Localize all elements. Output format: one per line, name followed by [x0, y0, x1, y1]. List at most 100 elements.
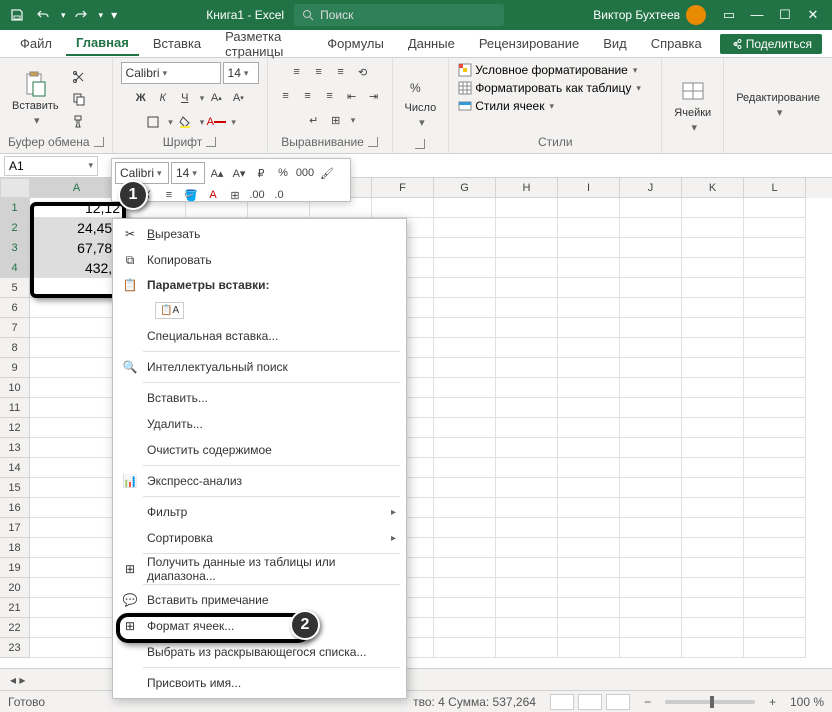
align-top-icon[interactable]: ≡	[287, 62, 307, 82]
sheet-nav[interactable]: ◂ ▸	[10, 673, 25, 687]
align-center-icon[interactable]: ≡	[298, 86, 318, 106]
row-header[interactable]: 18	[0, 538, 30, 558]
row-header[interactable]: 4	[0, 258, 30, 278]
increase-font-icon[interactable]: A▴	[206, 88, 226, 108]
font-size-combo[interactable]: 14▾	[223, 62, 259, 84]
accounting-format-icon[interactable]: ₽	[251, 164, 271, 182]
number-format-button[interactable]: % Число ▾	[401, 70, 441, 131]
cell[interactable]: 12,12	[30, 198, 124, 218]
dialog-launcher-icon[interactable]	[368, 137, 378, 147]
row-header[interactable]: 23	[0, 638, 30, 658]
menu-insert-comment[interactable]: 💬Вставить примечание	[113, 587, 406, 613]
menu-paste-special[interactable]: Специальная вставка...	[113, 323, 406, 349]
col-header[interactable]: K	[682, 178, 744, 198]
menu-format-cells[interactable]: ⊞Формат ячеек...	[113, 613, 406, 639]
format-painter-icon[interactable]: 🖌	[317, 164, 337, 182]
editing-button[interactable]: Редактирование ▾	[732, 90, 824, 121]
tab-formulas[interactable]: Формулы	[317, 32, 394, 55]
chevron-down-icon[interactable]: ▾	[99, 10, 104, 21]
cut-icon[interactable]	[69, 67, 89, 87]
row-header[interactable]: 17	[0, 518, 30, 538]
paste-button[interactable]: Вставить ▾	[8, 68, 63, 129]
mini-font-name[interactable]: Calibri▾	[115, 162, 169, 184]
mini-font-size[interactable]: 14▾	[171, 162, 205, 184]
decrease-font-icon[interactable]: A▾	[229, 164, 249, 182]
merge-icon[interactable]: ⊞	[326, 110, 346, 130]
select-all-corner[interactable]	[0, 178, 30, 198]
menu-copy[interactable]: ⧉Копировать	[113, 247, 406, 273]
bold-button[interactable]: Ж	[131, 88, 151, 108]
row-header[interactable]: 9	[0, 358, 30, 378]
cells-button[interactable]: Ячейки ▾	[670, 75, 715, 136]
menu-get-data-from-table[interactable]: ⊞Получить данные из таблицы или диапазон…	[113, 556, 406, 582]
close-icon[interactable]: ✕	[806, 7, 820, 23]
row-header[interactable]: 13	[0, 438, 30, 458]
dialog-launcher-icon[interactable]	[94, 137, 104, 147]
undo-icon[interactable]	[32, 4, 54, 26]
col-header[interactable]: J	[620, 178, 682, 198]
col-header[interactable]: F	[372, 178, 434, 198]
italic-button[interactable]: К	[153, 88, 173, 108]
align-center-icon[interactable]: ≡	[159, 186, 179, 204]
underline-button[interactable]: Ч	[175, 88, 195, 108]
row-header[interactable]: 1	[0, 198, 30, 218]
tab-view[interactable]: Вид	[593, 32, 637, 55]
menu-paste-option[interactable]: 📋A	[113, 297, 406, 323]
row-header[interactable]: 6	[0, 298, 30, 318]
tab-review[interactable]: Рецензирование	[469, 32, 589, 55]
menu-insert[interactable]: Вставить...	[113, 385, 406, 411]
align-left-icon[interactable]: ≡	[276, 86, 296, 106]
row-header[interactable]: 21	[0, 598, 30, 618]
increase-decimal-icon[interactable]: .00	[247, 186, 267, 204]
row-header[interactable]: 16	[0, 498, 30, 518]
menu-pick-from-list[interactable]: Выбрать из раскрывающегося списка...	[113, 639, 406, 665]
row-header[interactable]: 15	[0, 478, 30, 498]
row-header[interactable]: 11	[0, 398, 30, 418]
borders-icon[interactable]	[143, 112, 163, 132]
redo-icon[interactable]	[70, 4, 92, 26]
cell[interactable]: 67,788	[30, 238, 124, 258]
name-box[interactable]: A1▾	[4, 156, 98, 176]
maximize-icon[interactable]: ☐	[778, 7, 792, 23]
row-header[interactable]: 22	[0, 618, 30, 638]
copy-icon[interactable]	[69, 89, 89, 109]
row-header[interactable]: 8	[0, 338, 30, 358]
fill-color-icon[interactable]	[175, 112, 195, 132]
tab-data[interactable]: Данные	[398, 32, 465, 55]
increase-font-icon[interactable]: A▴	[207, 164, 227, 182]
menu-smart-lookup[interactable]: 🔍Интеллектуальный поиск	[113, 354, 406, 380]
wrap-text-icon[interactable]: ↵	[304, 110, 324, 130]
tab-home[interactable]: Главная	[66, 31, 139, 56]
row-header[interactable]: 7	[0, 318, 30, 338]
menu-clear-contents[interactable]: Очистить содержимое	[113, 437, 406, 463]
tab-help[interactable]: Справка	[641, 32, 712, 55]
align-bottom-icon[interactable]: ≡	[331, 62, 351, 82]
align-middle-icon[interactable]: ≡	[309, 62, 329, 82]
orientation-icon[interactable]: ⟲	[353, 62, 373, 82]
font-color-icon[interactable]: A	[206, 112, 226, 132]
share-button[interactable]: Поделиться	[720, 34, 822, 54]
tab-layout[interactable]: Разметка страницы	[215, 25, 313, 63]
menu-delete[interactable]: Удалить...	[113, 411, 406, 437]
cell[interactable]: 24,456	[30, 218, 124, 238]
percent-icon[interactable]: %	[273, 164, 293, 182]
menu-quick-analysis[interactable]: 📊Экспресс-анализ	[113, 468, 406, 494]
conditional-formatting-button[interactable]: Условное форматирование▾	[457, 62, 637, 78]
decrease-decimal-icon[interactable]: .0	[269, 186, 289, 204]
borders-icon[interactable]: ⊞	[225, 186, 245, 204]
row-header[interactable]: 19	[0, 558, 30, 578]
menu-sort[interactable]: Сортировка▸	[113, 525, 406, 551]
indent-decrease-icon[interactable]: ⇤	[342, 86, 362, 106]
row-header[interactable]: 5	[0, 278, 30, 298]
tab-file[interactable]: Файл	[10, 32, 62, 55]
row-header[interactable]: 12	[0, 418, 30, 438]
font-name-combo[interactable]: Calibri▾	[121, 62, 221, 84]
font-color-icon[interactable]: A	[203, 186, 223, 204]
col-header[interactable]: H	[496, 178, 558, 198]
fill-color-icon[interactable]: 🪣	[181, 186, 201, 204]
row-header[interactable]: 2	[0, 218, 30, 238]
decrease-font-icon[interactable]: A▾	[228, 88, 248, 108]
row-header[interactable]: 20	[0, 578, 30, 598]
cell[interactable]: 432,9	[30, 258, 124, 278]
menu-filter[interactable]: Фильтр▸	[113, 499, 406, 525]
